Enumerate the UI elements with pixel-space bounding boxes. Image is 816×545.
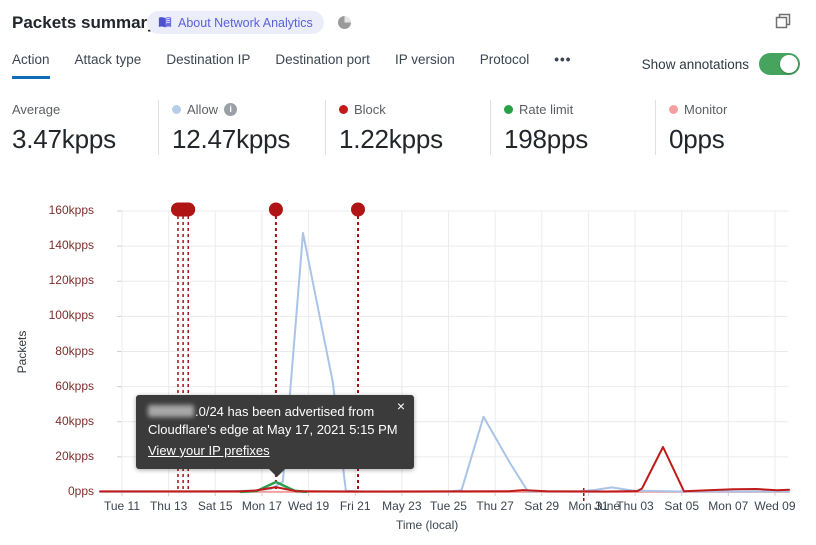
pie-status-icon [338, 16, 351, 29]
x-tick-label: Thu 03 [616, 499, 654, 513]
y-tick-label: 40kpps [55, 413, 94, 428]
x-axis-title: Time (local) [396, 518, 459, 532]
annotation-dot-marker [268, 202, 283, 217]
y-tick-label: 80kpps [55, 343, 94, 358]
window-restore-icon[interactable] [774, 12, 792, 30]
stat-average: Average 3.47kpps [12, 101, 116, 155]
x-month-label-june: June [594, 499, 621, 513]
view-ip-prefixes-link[interactable]: View your IP prefixes [148, 442, 270, 460]
redacted-ip-prefix [148, 405, 194, 417]
annotation-dot-marker [350, 202, 365, 217]
y-tick-label: 120kpps [48, 273, 94, 288]
annotation-pill-marker [170, 202, 196, 217]
tab-protocol[interactable]: Protocol [480, 52, 530, 76]
x-tick-label: Mon 07 [708, 499, 749, 513]
rate-limit-series-dot [504, 104, 513, 114]
stat-allow: Allow i 12.47kpps [172, 101, 290, 155]
show-annotations-toggle[interactable] [759, 53, 800, 75]
x-tick-label: Sat 05 [664, 499, 700, 513]
info-icon[interactable]: i [224, 102, 238, 116]
stat-monitor: Monitor 0pps [669, 101, 727, 155]
stat-divider [490, 100, 491, 155]
y-tick-label: 160kpps [48, 203, 94, 217]
y-tick-label: 0pps [67, 484, 94, 498]
tab-action[interactable]: Action [12, 52, 50, 79]
dimension-tabs: Action Attack type Destination IP Destin… [12, 52, 571, 79]
tab-ip-version[interactable]: IP version [395, 52, 455, 76]
tooltip-line2: Cloudflare's edge at May 17, 2021 5:15 P… [148, 422, 398, 438]
x-tick-label: Tue 11 [103, 499, 141, 513]
stat-rate-limit: Rate limit 198pps [504, 101, 588, 155]
stat-rate-limit-label: Rate limit [519, 101, 574, 117]
toggle-knob [780, 55, 798, 73]
stat-monitor-label: Monitor [684, 101, 728, 117]
tab-destination-port[interactable]: Destination port [275, 52, 370, 76]
x-tick-label: Wed 09 [754, 499, 796, 513]
page-title: Packets summary [12, 13, 157, 32]
stat-average-value: 3.47kpps [12, 124, 116, 154]
tooltip-line1: .0/24 has been advertised from [148, 403, 402, 421]
about-network-analytics-badge[interactable]: About Network Analytics [147, 11, 324, 34]
show-annotations-control: Show annotations [642, 53, 800, 75]
x-tick-label: Thu 27 [476, 499, 514, 513]
stat-divider [655, 100, 656, 155]
tab-destination-ip[interactable]: Destination IP [166, 52, 250, 76]
tooltip-close-icon[interactable]: × [397, 399, 405, 413]
network-analytics-panel: Packets summary About Network Analytics … [0, 0, 816, 545]
stat-block: Block 1.22kpps [339, 101, 443, 155]
stat-block-value: 1.22kpps [339, 124, 443, 154]
x-tick-label: Mon 17 [241, 499, 282, 513]
x-tick-label: May 23 [382, 499, 422, 513]
y-tick-label: 60kpps [55, 378, 94, 393]
stat-divider [158, 100, 159, 155]
allow-series-dot [172, 104, 181, 114]
tab-attack-type[interactable]: Attack type [75, 52, 142, 76]
annotation-tooltip: × .0/24 has been advertised from Cloudfl… [136, 395, 414, 478]
stat-allow-value: 12.47kpps [172, 124, 291, 154]
y-tick-label: 100kpps [48, 308, 94, 323]
x-tick-label: Thu 13 [149, 499, 188, 513]
x-tick-label: Wed 19 [287, 499, 330, 513]
stat-rate-limit-value: 198pps [504, 124, 589, 154]
about-badge-label: About Network Analytics [178, 15, 313, 30]
x-tick-label: Tue 25 [430, 499, 467, 513]
y-tick-label: 140kpps [48, 238, 94, 253]
block-series-dot [339, 104, 348, 114]
x-tick-label: Sat 15 [197, 499, 233, 513]
x-tick-label: Sat 29 [524, 499, 560, 513]
stat-allow-label: Allow [187, 101, 219, 117]
y-tick-label: 20kpps [55, 448, 94, 463]
stat-divider [325, 100, 326, 155]
stat-block-label: Block [354, 101, 386, 117]
x-tick-label: Fri 21 [339, 499, 371, 513]
show-annotations-label: Show annotations [641, 56, 749, 72]
stat-monitor-value: 0pps [669, 124, 725, 154]
book-icon [158, 17, 172, 28]
stat-average-label: Average [12, 101, 61, 117]
monitor-series-dot [669, 104, 678, 114]
tabs-overflow-button[interactable]: ••• [554, 52, 571, 76]
